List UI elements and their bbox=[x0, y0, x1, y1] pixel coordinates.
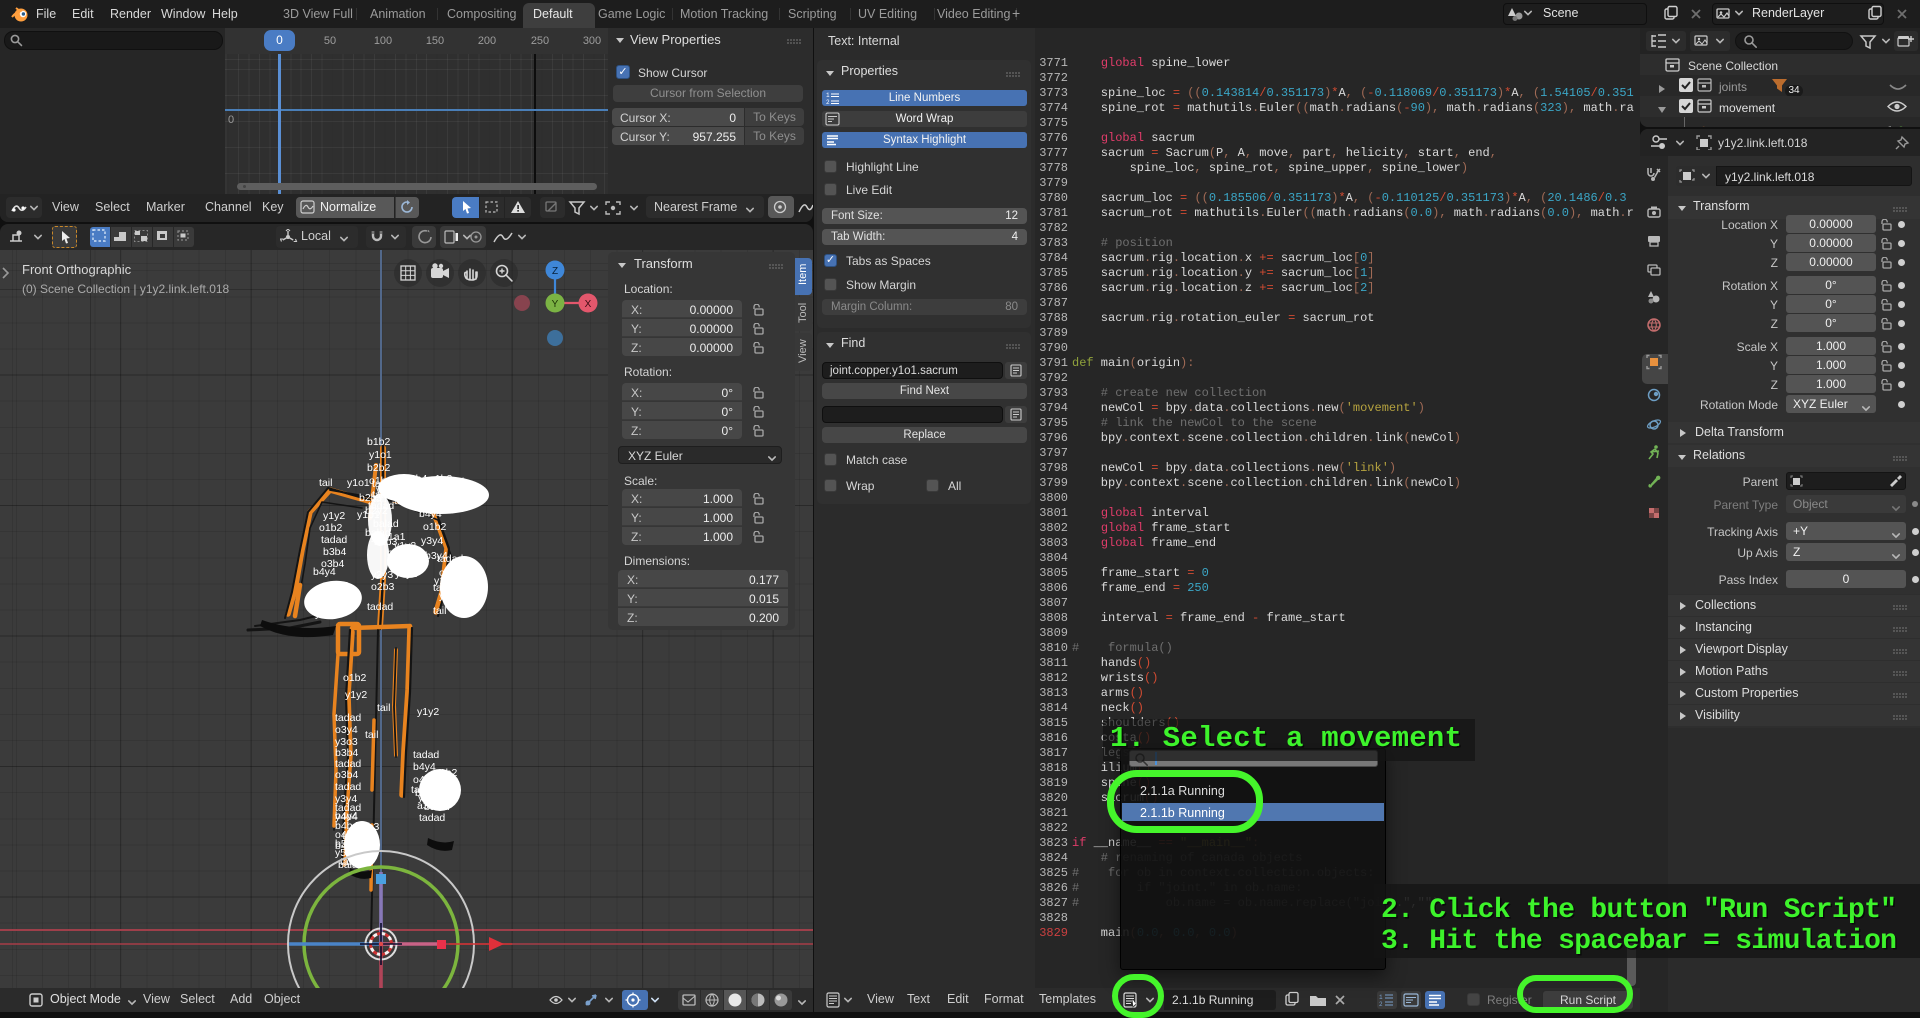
svg-text:2: 2 bbox=[1379, 1001, 1383, 1008]
svg-text:1: 1 bbox=[1379, 994, 1383, 1001]
